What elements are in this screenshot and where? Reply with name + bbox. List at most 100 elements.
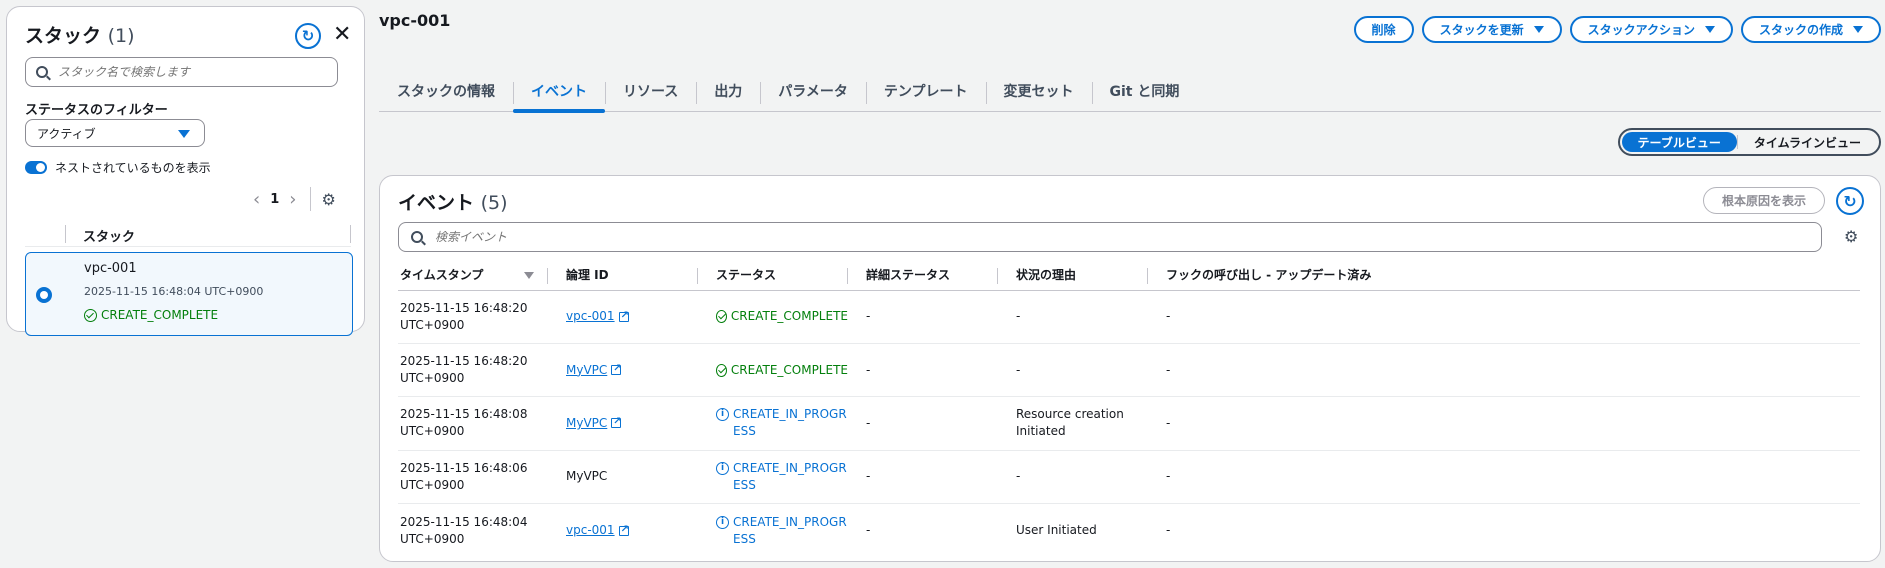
gear-icon[interactable]: ⚙ <box>321 190 335 209</box>
event-search-input[interactable] <box>435 230 1815 244</box>
hooks-cell: - <box>1148 290 1860 344</box>
check-circle-icon <box>716 310 727 324</box>
tab-parameters[interactable]: パラメータ <box>760 72 866 110</box>
logical-id-cell: vpc-001 <box>548 504 698 557</box>
events-title-text: イベント <box>398 192 475 214</box>
timestamp-zone: UTC+0900 <box>400 424 465 439</box>
refresh-icon[interactable]: ↻ <box>295 23 321 49</box>
stacks-panel-title: スタック (1) <box>25 21 135 48</box>
status-success: CREATE_COMPLETE <box>716 308 848 325</box>
stack-radio[interactable] <box>36 287 52 303</box>
column-header-hooks: フックの呼び出し - アップデート済み <box>1148 260 1860 291</box>
column-header-label: 詳細ステータス <box>866 268 951 283</box>
stack-search-input[interactable] <box>58 65 328 79</box>
hooks-cell: - <box>1148 396 1860 451</box>
gear-icon[interactable]: ⚙ <box>1844 227 1858 246</box>
logical-id-text: MyVPC <box>566 415 608 430</box>
nested-toggle-label: ネストされているものを表示 <box>55 161 211 175</box>
status-cell: i CREATE_IN_PROGRESS <box>698 504 848 557</box>
search-icon <box>36 66 48 78</box>
stack-created-time: 2025-11-15 16:48:04 UTC+0900 <box>84 285 264 298</box>
status-filter-select[interactable]: アクティブ <box>25 119 205 147</box>
logical-id-link[interactable]: MyVPC <box>566 413 622 432</box>
caret-down-icon <box>1853 26 1863 33</box>
logical-id-cell: MyVPC <box>548 396 698 451</box>
sort-down-icon[interactable] <box>524 272 534 279</box>
column-header-status: ステータス <box>698 260 848 291</box>
tab-stack-info[interactable]: スタックの情報 <box>379 72 513 110</box>
create-stack-button[interactable]: スタックの作成 <box>1740 16 1881 43</box>
reason-cell: - <box>998 343 1148 398</box>
column-header-timestamp[interactable]: タイムスタンプ <box>398 260 548 291</box>
timeline-view-button[interactable]: タイムラインビュー <box>1738 132 1877 152</box>
column-divider <box>65 225 66 243</box>
table-view-button[interactable]: テーブルビュー <box>1621 132 1737 152</box>
stack-actions-button[interactable]: スタックアクション <box>1569 16 1733 43</box>
table-row: 2025-11-15 16:48:20 UTC+0900 vpc-001 CREA… <box>398 290 1860 344</box>
event-search-box[interactable] <box>398 222 1822 252</box>
delete-button[interactable]: 削除 <box>1353 16 1414 43</box>
tab-outputs[interactable]: 出力 <box>696 72 760 110</box>
timestamp-zone: UTC+0900 <box>400 371 465 386</box>
tab-change-sets[interactable]: 変更セット <box>985 72 1092 110</box>
tab-resources[interactable]: リソース <box>605 72 696 110</box>
root-cause-button[interactable]: 根本原因を表示 <box>1703 187 1826 214</box>
stack-actions-bar: 削除 スタックを更新 スタックアクション スタックの作成 <box>1353 16 1881 43</box>
status-filter-label: ステータスのフィルター <box>25 103 168 118</box>
detailed-status-cell: - <box>848 290 998 344</box>
status-cell: i CREATE_IN_PROGRESS <box>698 450 848 505</box>
view-toggle: テーブルビュー タイムラインビュー <box>1617 128 1881 156</box>
caret-down-icon <box>1533 26 1544 33</box>
tab-events[interactable]: イベント <box>513 72 605 113</box>
reason-cell: - <box>998 290 1148 344</box>
stack-status: CREATE_COMPLETE <box>84 308 218 322</box>
detailed-status-cell: - <box>848 396 998 451</box>
timestamp-date: 2025-11-15 16:48:04 <box>400 514 528 529</box>
stacks-column-header: スタック <box>25 221 351 247</box>
column-header-label: タイムスタンプ <box>400 268 484 283</box>
detailed-status-cell: - <box>848 450 998 505</box>
timestamp-date: 2025-11-15 16:48:20 <box>400 300 528 315</box>
logical-id-text: MyVPC <box>566 362 608 377</box>
table-row: 2025-11-15 16:48:04 UTC+0900 vpc-001 i CRE… <box>398 504 1860 557</box>
refresh-icon[interactable]: ↻ <box>1836 187 1864 215</box>
reason-cell: - <box>998 450 1148 505</box>
update-stack-button[interactable]: スタックを更新 <box>1421 16 1562 43</box>
caret-down-icon <box>178 130 190 138</box>
stack-search-box[interactable] <box>25 57 338 87</box>
logical-id-link[interactable]: vpc-001 <box>566 521 629 539</box>
table-row: 2025-11-15 16:48:08 UTC+0900 MyVPC i CREAT… <box>398 396 1860 451</box>
logical-id-link[interactable]: vpc-001 <box>566 307 629 325</box>
status-cell: CREATE_COMPLETE <box>698 290 848 344</box>
reason-cell: User Initiated <box>1016 523 1097 537</box>
nested-toggle[interactable] <box>25 161 47 174</box>
table-row: 2025-11-15 16:48:20 UTC+0900 MyVPC CREATE… <box>398 343 1860 398</box>
pagination: ‹ 1 › ⚙ <box>243 187 336 211</box>
external-link-icon <box>611 413 622 430</box>
info-icon: i <box>716 408 729 422</box>
status-text: CREATE_IN_PROGRESS <box>733 514 847 546</box>
tab-template[interactable]: テンプレート <box>865 72 986 110</box>
timestamp-zone: UTC+0900 <box>400 317 465 332</box>
timestamp-cell: 2025-11-15 16:48:20 UTC+0900 <box>398 343 548 398</box>
timestamp-date: 2025-11-15 16:48:06 <box>400 460 528 475</box>
status-text: CREATE_IN_PROGRESS <box>733 407 847 439</box>
column-divider <box>350 225 351 243</box>
status-cell: CREATE_COMPLETE <box>698 343 848 398</box>
chevron-right-icon[interactable]: › <box>289 189 296 210</box>
stacks-column-label: スタック <box>83 230 136 245</box>
external-link-icon <box>611 360 622 377</box>
status-text: CREATE_COMPLETE <box>730 362 848 377</box>
status-in-progress: i CREATE_IN_PROGRESS <box>716 460 848 494</box>
nested-toggle-row: ネストされているものを表示 <box>25 159 211 176</box>
close-icon[interactable]: ✕ <box>333 23 351 47</box>
stack-list-item[interactable]: vpc-001 2025-11-15 16:48:04 UTC+0900 CRE… <box>25 252 353 336</box>
stack-status-text: CREATE_COMPLETE <box>101 308 219 322</box>
stack-name: vpc-001 <box>84 261 137 276</box>
page-number[interactable]: 1 <box>270 192 279 207</box>
hooks-cell: - <box>1148 450 1860 505</box>
chevron-left-icon[interactable]: ‹ <box>253 189 260 210</box>
tab-git-sync[interactable]: Git と同期 <box>1091 72 1198 110</box>
logical-id-cell: MyVPC <box>548 450 698 505</box>
logical-id-link[interactable]: MyVPC <box>566 360 622 379</box>
